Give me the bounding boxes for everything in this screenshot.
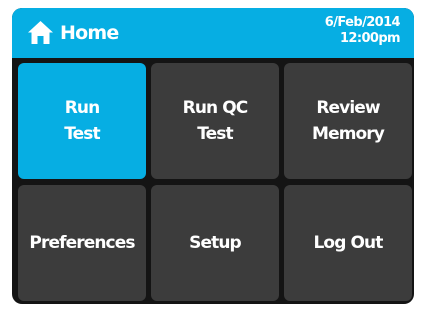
datetime-display: 6/Feb/2014 12:00pm bbox=[324, 15, 401, 47]
page-title[interactable]: Home bbox=[60, 21, 119, 45]
review-memory-label: Review Memory bbox=[312, 98, 385, 144]
review-memory-button[interactable]: Review Memory bbox=[284, 63, 412, 179]
preferences-button[interactable]: Preferences bbox=[18, 185, 146, 301]
time-text: 12:00pm bbox=[339, 31, 401, 46]
setup-button[interactable]: Setup bbox=[151, 185, 279, 301]
menu-grid: Run Test Run QC Test Review Memory Prefe… bbox=[18, 63, 412, 301]
log-out-button[interactable]: Log Out bbox=[284, 185, 412, 301]
run-qc-test-label: Run QC Test bbox=[182, 98, 249, 144]
run-test-label: Run Test bbox=[64, 98, 100, 144]
setup-label: Setup bbox=[189, 233, 242, 253]
run-test-button[interactable]: Run Test bbox=[18, 63, 146, 179]
home-icon[interactable] bbox=[28, 21, 53, 44]
header-bar: Home 6/Feb/2014 12:00pm bbox=[12, 8, 414, 58]
preferences-label: Preferences bbox=[29, 233, 135, 253]
date-text: 6/Feb/2014 bbox=[324, 15, 401, 30]
device-screen: Home 6/Feb/2014 12:00pm Run Test Run QC … bbox=[12, 8, 414, 304]
run-qc-test-button[interactable]: Run QC Test bbox=[151, 63, 279, 179]
log-out-label: Log Out bbox=[313, 233, 384, 253]
